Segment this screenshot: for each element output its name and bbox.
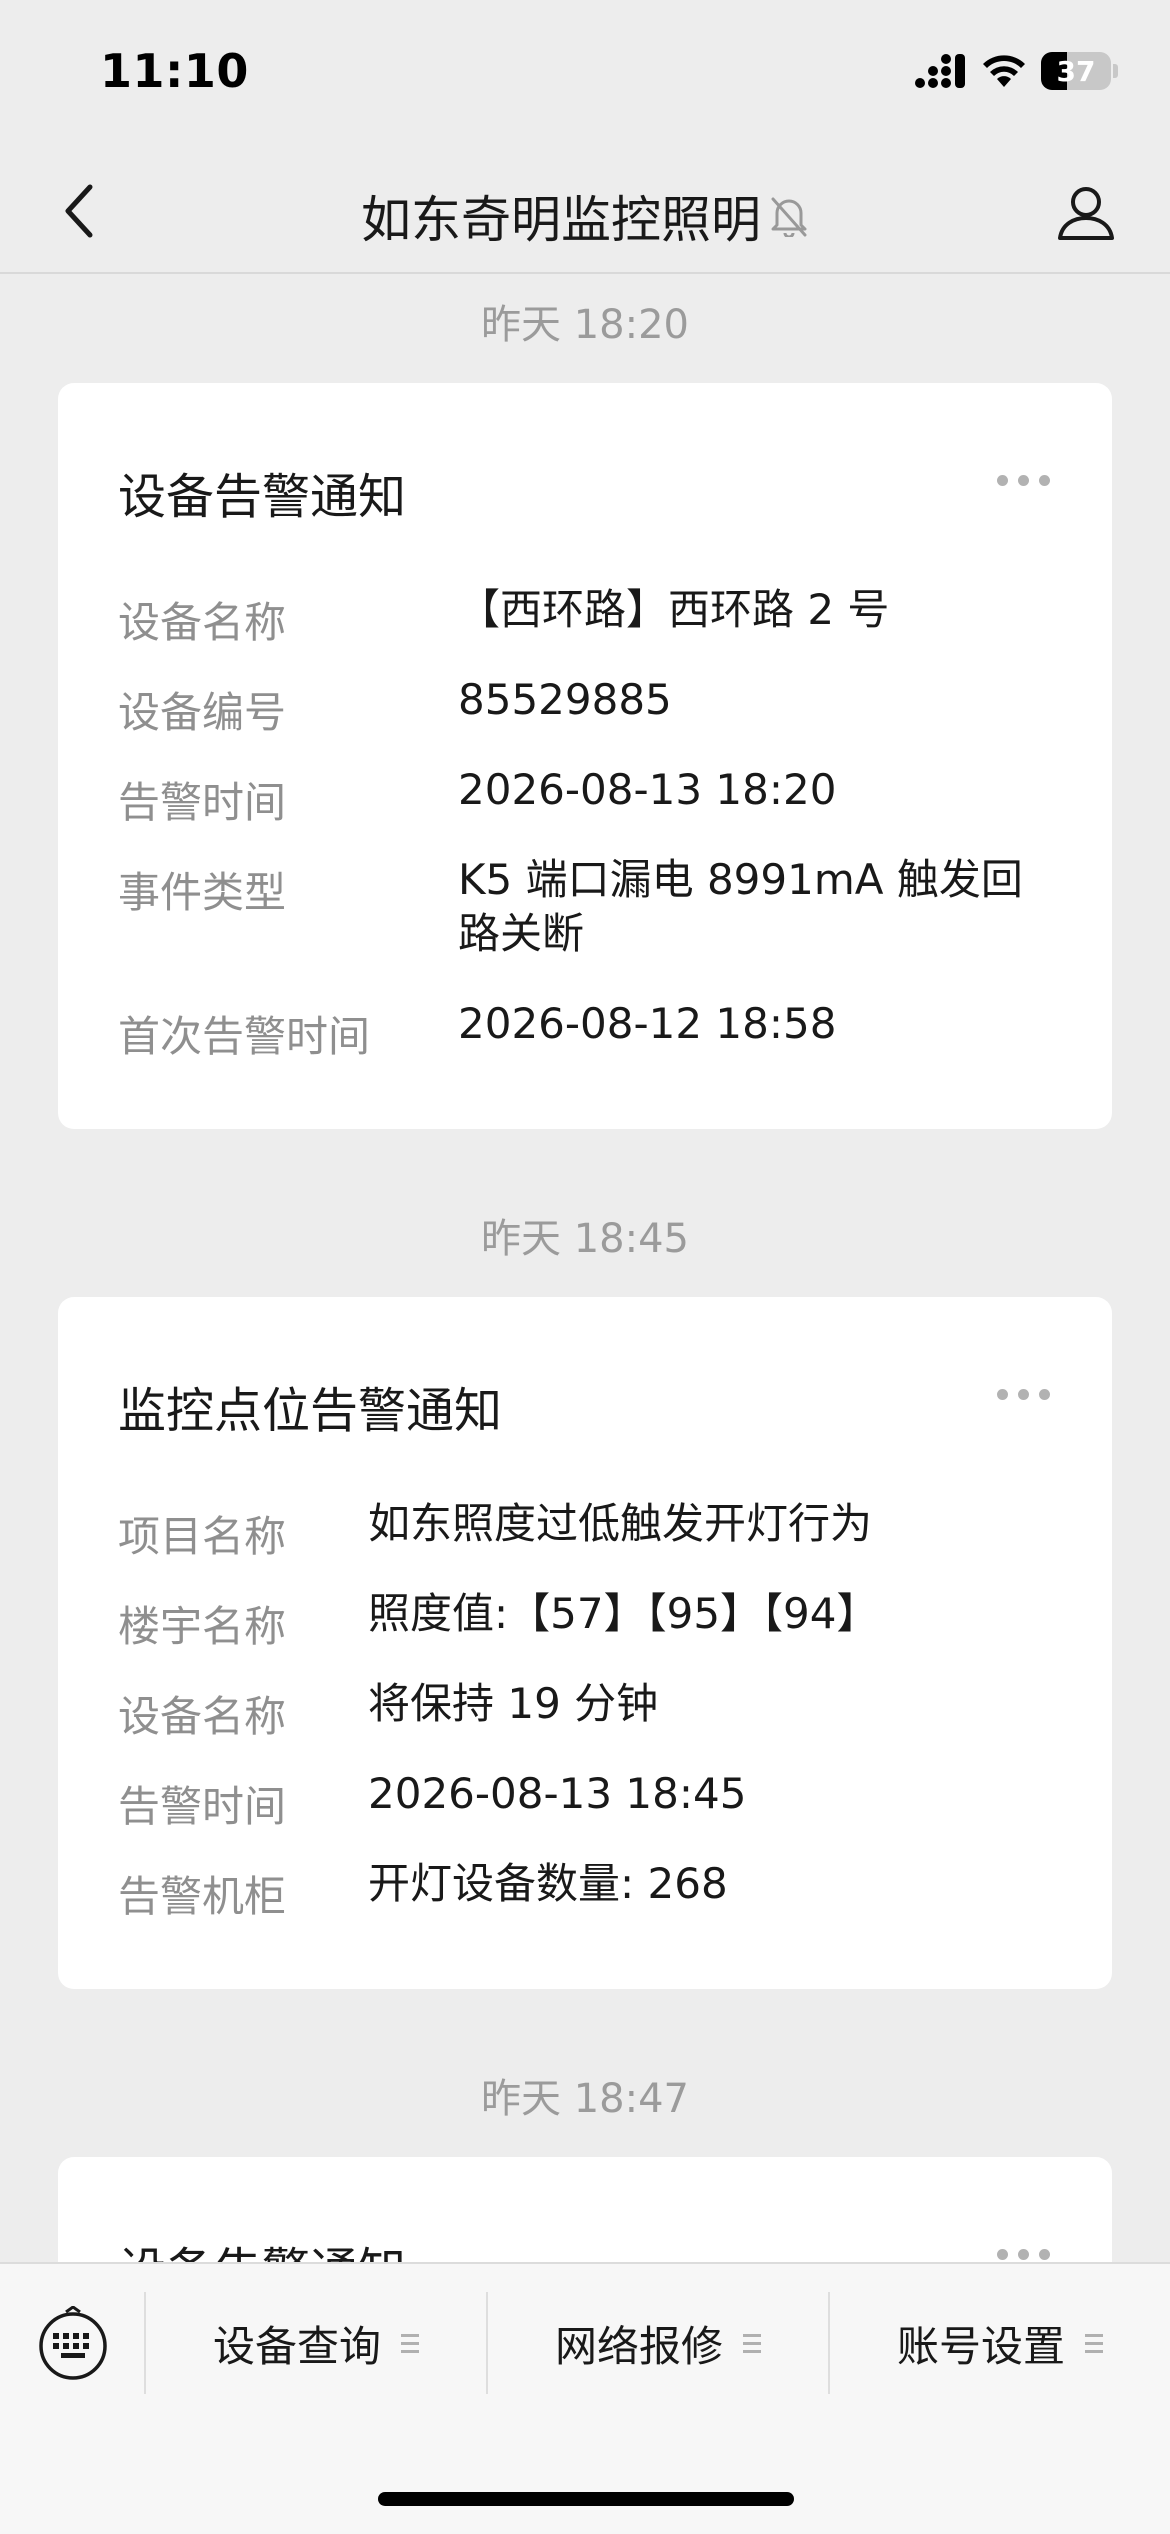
- battery-cap: [1113, 64, 1118, 78]
- more-options-button[interactable]: [997, 2249, 1050, 2260]
- chat-title: 如东奇明监控照明: [0, 180, 1170, 252]
- menu-device-query[interactable]: 设备查询: [146, 2288, 486, 2398]
- field-value: 2026-08-13 18:45: [368, 1769, 747, 1818]
- menu-network-repair[interactable]: 网络报修: [488, 2288, 828, 2398]
- chat-header: 如东奇明监控照明: [0, 150, 1170, 274]
- field-value: 85529885: [458, 675, 672, 724]
- field-value: 【西环路】西环路 2 号: [458, 585, 890, 634]
- chat-title-text: 如东奇明监控照明: [361, 191, 761, 249]
- alarm-card[interactable]: 设备告警通知 设备名称 【西环路】西环路 2 号 设备编号 85529885 告…: [58, 383, 1112, 1129]
- keyboard-toggle-button[interactable]: [36, 2305, 110, 2380]
- field-value: K5 端口漏电 8991mA 触发回路关断: [458, 855, 1023, 958]
- field-label: 设备编号: [118, 688, 287, 737]
- battery-indicator: 37: [1041, 52, 1111, 90]
- menu-item-label: 网络报修: [554, 2321, 723, 2371]
- field-value: 2026-08-13 18:20: [458, 765, 837, 814]
- field-value: 如东照度过低触发开灯行为: [368, 1499, 873, 1548]
- status-time: 11:10: [100, 44, 249, 98]
- status-bar: 11:10 37: [0, 0, 1170, 150]
- field-label: 设备名称: [118, 1692, 287, 1741]
- home-indicator[interactable]: [378, 2492, 794, 2506]
- menu-item-label: 账号设置: [896, 2321, 1065, 2371]
- wifi-icon: [983, 55, 1025, 87]
- chat-info-button[interactable]: [1046, 172, 1126, 252]
- status-icons: 37: [915, 52, 1118, 90]
- bell-off-icon: [771, 197, 807, 237]
- message-timestamp: 昨天 18:20: [481, 302, 689, 348]
- submenu-icon: [401, 2333, 419, 2353]
- field-label: 楼宇名称: [118, 1602, 287, 1651]
- more-options-button[interactable]: [997, 475, 1050, 486]
- menu-item-label: 设备查询: [212, 2321, 381, 2371]
- field-value: 2026-08-12 18:58: [458, 999, 837, 1048]
- submenu-icon: [1085, 2333, 1103, 2353]
- person-icon: [1058, 187, 1114, 240]
- battery-level: 37: [1056, 54, 1096, 88]
- message-timestamp: 昨天 18:45: [481, 1216, 689, 1262]
- field-label: 设备名称: [118, 598, 287, 647]
- field-value: 照度值:【57】【95】【94】: [368, 1589, 879, 1638]
- more-options-button[interactable]: [997, 1389, 1050, 1400]
- field-value: 开灯设备数量: 268: [368, 1859, 728, 1908]
- message-timestamp: 昨天 18:47: [481, 2076, 689, 2122]
- field-value: 将保持 19 分钟: [368, 1679, 659, 1728]
- menu-account-settings[interactable]: 账号设置: [830, 2288, 1170, 2398]
- field-label: 事件类型: [118, 868, 287, 917]
- field-label: 项目名称: [118, 1512, 287, 1561]
- field-label: 告警机柜: [118, 1872, 287, 1921]
- cellular-signal-icon: [915, 54, 965, 88]
- card-title: 监控点位告警通知: [118, 1383, 503, 1439]
- field-label: 告警时间: [118, 1782, 287, 1831]
- keyboard-icon: [39, 2305, 107, 2380]
- field-label: 告警时间: [118, 778, 287, 827]
- submenu-icon: [743, 2333, 761, 2353]
- field-label: 首次告警时间: [118, 1012, 371, 1061]
- card-title: 设备告警通知: [118, 469, 407, 525]
- alarm-card[interactable]: 监控点位告警通知 项目名称 如东照度过低触发开灯行为 楼宇名称 照度值:【57】…: [58, 1297, 1112, 1989]
